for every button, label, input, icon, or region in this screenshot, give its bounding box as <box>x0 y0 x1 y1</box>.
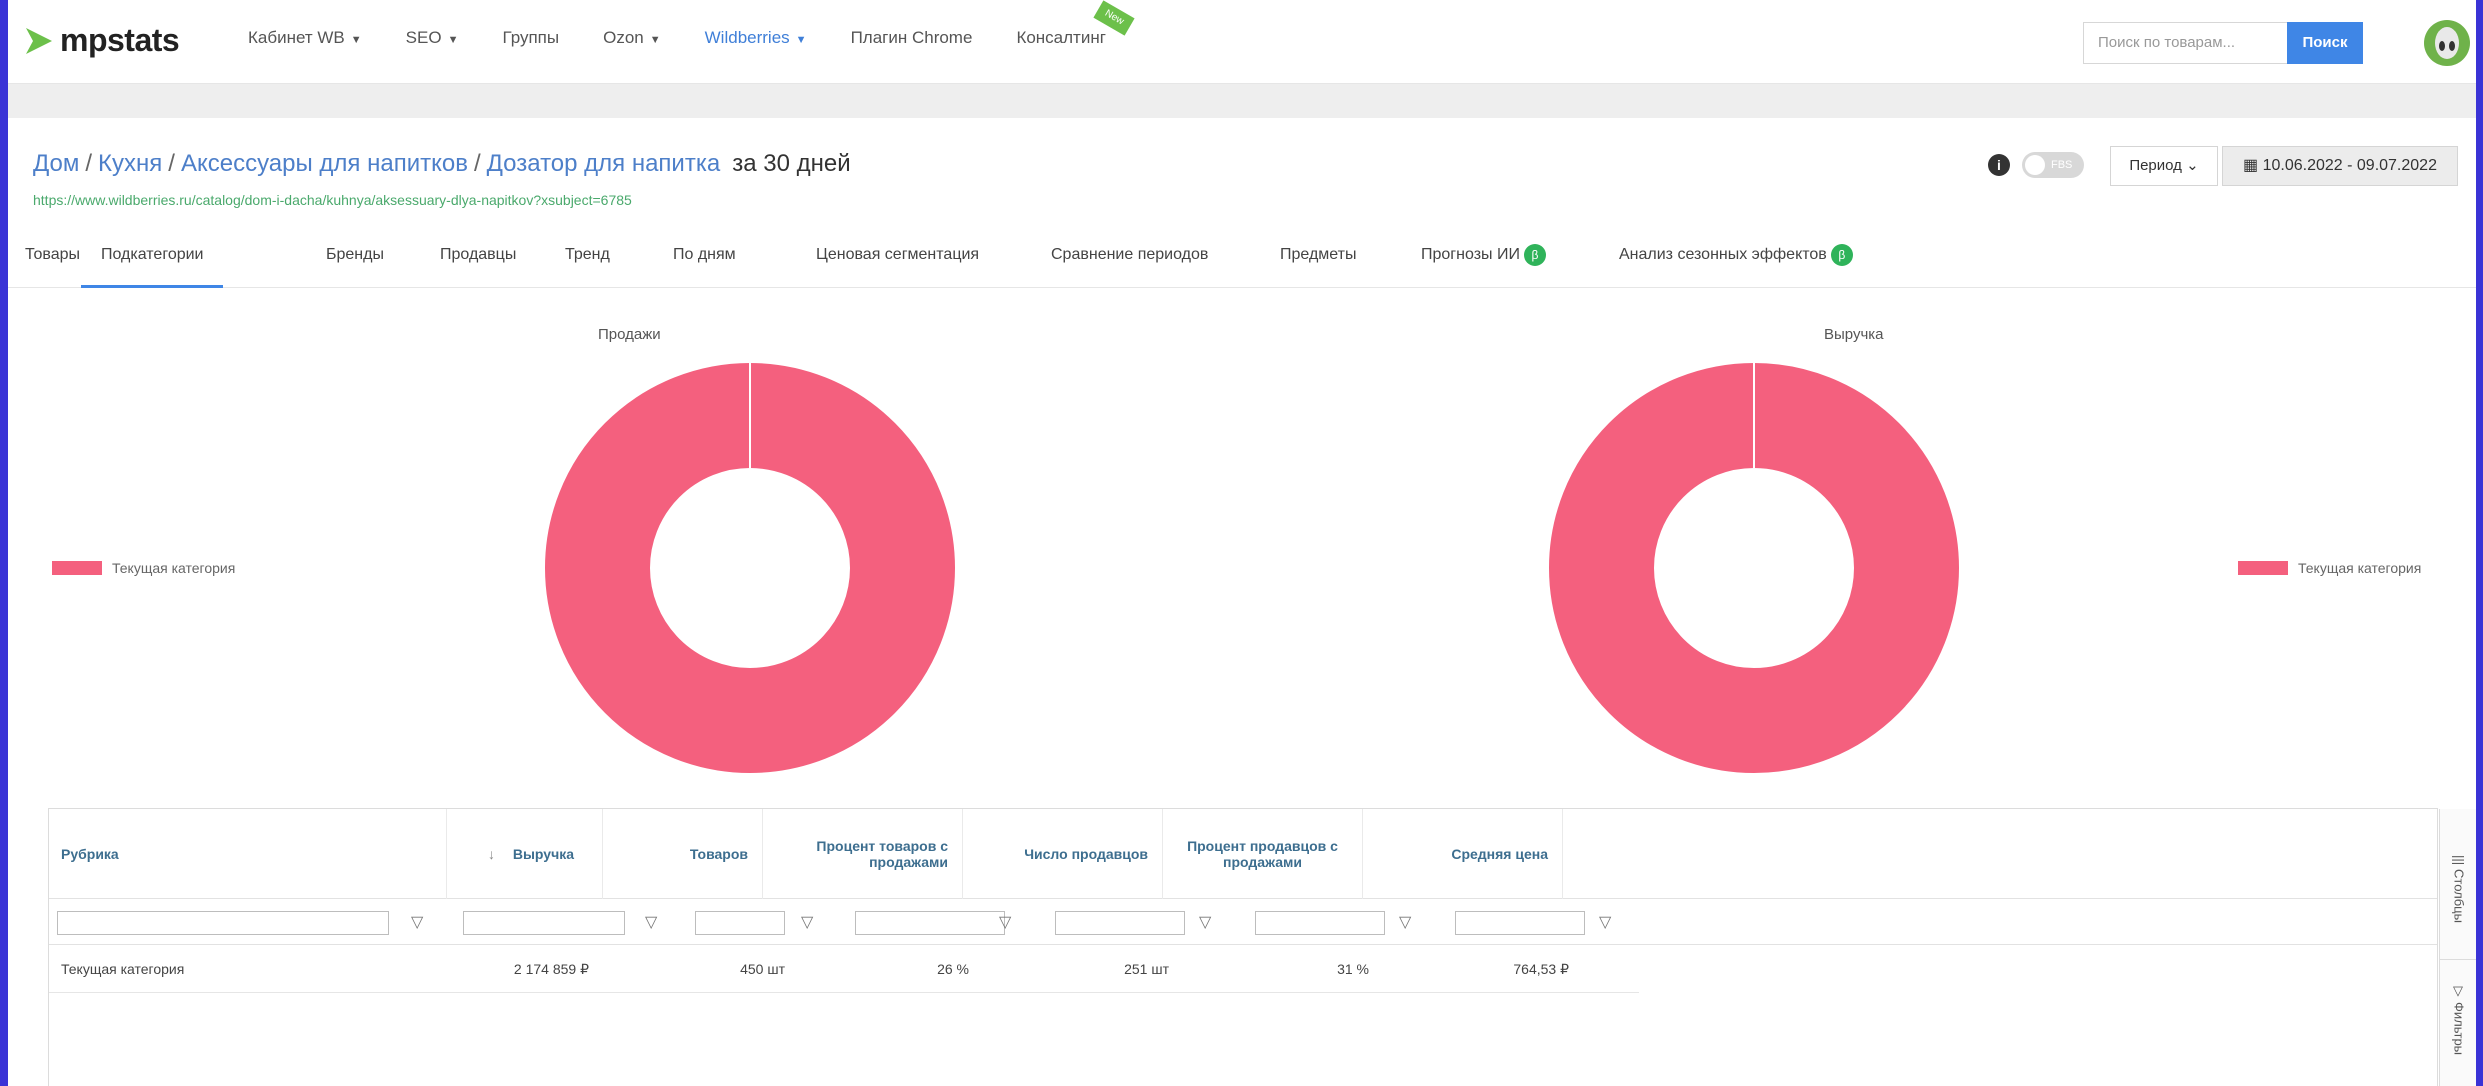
chevron-down-icon: ⌄ <box>2186 157 2199 174</box>
tab-period-comparison[interactable]: Сравнение периодов <box>1051 236 1208 288</box>
logo-icon <box>26 27 52 54</box>
tab-by-days[interactable]: По дням <box>673 236 736 288</box>
tab-sellers[interactable]: Продавцы <box>440 236 516 288</box>
data-grid: Рубрика ↓ Выручка Товаров Процент товаро… <box>48 808 2476 1086</box>
caret-down-icon: ▼ <box>447 34 459 46</box>
legend-label: Текущая категория <box>2298 560 2422 576</box>
breadcrumb-item-home[interactable]: Дом <box>33 150 79 177</box>
nav-seo[interactable]: SEO ▼ <box>406 28 459 48</box>
caret-down-icon: ▼ <box>350 34 362 46</box>
category-url[interactable]: https://www.wildberries.ru/catalog/dom-i… <box>33 192 632 208</box>
tab-trend[interactable]: Тренд <box>565 236 610 288</box>
side-tab-columns[interactable]: ||| Столбцы <box>2440 829 2476 949</box>
filter-input-sellers-with-sales-pct[interactable] <box>1255 911 1385 935</box>
breadcrumb-item-drink-dispenser[interactable]: Дозатор для напитка <box>487 150 721 177</box>
cell-sellers-with-sales-pct: 31 % <box>1337 961 1369 977</box>
filter-funnel-icon: ▽ <box>2451 983 2467 999</box>
donut-chart-sales <box>545 363 955 773</box>
filter-input-average-price[interactable] <box>1455 911 1585 935</box>
tab-subcategories[interactable]: Подкатегории <box>81 236 224 288</box>
cell-rubric: Текущая категория <box>61 961 185 977</box>
calendar-icon: ▦ <box>2243 157 2259 174</box>
caret-down-icon: ▼ <box>795 34 807 46</box>
fbs-toggle[interactable]: FBS <box>2022 152 2084 178</box>
date-range-picker[interactable]: ▦ 10.06.2022 - 09.07.2022 <box>2222 146 2458 186</box>
column-header-rubric[interactable]: Рубрика <box>49 809 447 899</box>
column-header-revenue[interactable]: ↓ Выручка <box>447 809 603 899</box>
breadcrumb-item-drink-accessories[interactable]: Аксессуары для напитков <box>181 150 468 177</box>
tab-bar: Товары Подкатегории Бренды Продавцы Трен… <box>8 236 2476 288</box>
filter-icon[interactable]: ▽ <box>999 911 1011 935</box>
cell-revenue: 2 174 859 ₽ <box>513 961 589 977</box>
nav-chrome-plugin[interactable]: Плагин Chrome <box>851 28 973 48</box>
logo-text: mpstats <box>60 22 180 58</box>
caret-down-icon: ▼ <box>649 34 661 46</box>
table-row[interactable]: Текущая категория 2 174 859 ₽ 450 шт 26 … <box>49 945 1639 993</box>
tab-subjects[interactable]: Предметы <box>1280 236 1356 288</box>
cell-average-price: 764,53 ₽ <box>1513 961 1569 977</box>
filter-input-products-with-sales-pct[interactable] <box>855 911 1005 935</box>
columns-icon: ||| <box>2451 855 2467 866</box>
nav-kabinet-wb[interactable]: Кабинет WB ▼ <box>248 28 362 48</box>
legend-label: Текущая категория <box>112 560 236 576</box>
search-input[interactable]: Поиск по товарам... <box>2083 22 2287 64</box>
tab-seasonal-effects[interactable]: Анализ сезонных эффектов β <box>1619 236 1853 288</box>
side-tab-filters[interactable]: ▽ Фильтры <box>2440 959 2476 1079</box>
period-dropdown[interactable]: Период ⌄ <box>2110 146 2218 186</box>
avatar-face-icon <box>2435 27 2459 59</box>
logo[interactable]: mpstats <box>24 22 180 59</box>
app-window: mpstats Кабинет WB ▼ SEO ▼ Группы Ozon ▼ Wi… <box>8 0 2476 1086</box>
grid-header: Рубрика ↓ Выручка Товаров Процент товаро… <box>49 809 2437 899</box>
cell-sellers-count: 251 шт <box>1124 961 1169 977</box>
filter-icon[interactable]: ▽ <box>411 911 423 935</box>
filter-row: ▽ ▽ ▽ ▽ ▽ ▽ ▽ <box>49 899 2437 945</box>
filter-input-sellers-count[interactable] <box>1055 911 1185 935</box>
tab-price-segmentation[interactable]: Ценовая сегментация <box>816 236 979 288</box>
column-header-sellers-with-sales-pct[interactable]: Процент продавцов с продажами <box>1163 809 1363 899</box>
tab-products[interactable]: Товары <box>25 236 80 288</box>
column-header-products-with-sales-pct[interactable]: Процент товаров с продажами <box>763 809 963 899</box>
beta-badge: β <box>1523 243 1546 266</box>
tab-brands[interactable]: Бренды <box>326 236 384 288</box>
search-button[interactable]: Поиск <box>2287 22 2363 64</box>
filter-icon[interactable]: ▽ <box>1599 911 1611 935</box>
beta-badge: β <box>1830 243 1853 266</box>
sort-desc-icon: ↓ <box>487 846 495 862</box>
legend-swatch <box>52 561 102 575</box>
period-label: за 30 дней <box>732 150 851 177</box>
toggle-knob <box>2025 155 2045 175</box>
fbs-label: FBS <box>2051 159 2073 171</box>
chart-title-sales: Продажи <box>598 326 661 343</box>
filter-icon[interactable]: ▽ <box>645 911 657 935</box>
filter-icon[interactable]: ▽ <box>1199 911 1211 935</box>
filter-icon[interactable]: ▽ <box>801 911 813 935</box>
donut-chart-revenue <box>1549 363 1959 773</box>
subheader-band <box>8 84 2476 118</box>
info-icon[interactable]: i <box>1988 154 2010 176</box>
chart-legend-revenue[interactable]: Текущая категория <box>2238 560 2421 576</box>
nav-wildberries[interactable]: Wildberries ▼ <box>705 28 807 48</box>
top-navbar: mpstats Кабинет WB ▼ SEO ▼ Группы Ozon ▼ Wi… <box>8 0 2476 84</box>
filter-input-revenue[interactable] <box>463 911 625 935</box>
user-avatar[interactable] <box>2424 20 2470 66</box>
column-header-average-price[interactable]: Средняя цена <box>1363 809 1563 899</box>
breadcrumb: Дом / Кухня / Аксессуары для напитков / Дозато… <box>33 150 851 177</box>
breadcrumb-item-kitchen[interactable]: Кухня <box>98 150 162 177</box>
nav-consulting[interactable]: Консалтинг New <box>1016 0 1135 48</box>
nav-ozon[interactable]: Ozon ▼ <box>603 28 661 48</box>
cell-products: 450 шт <box>740 961 785 977</box>
filter-icon[interactable]: ▽ <box>1399 911 1411 935</box>
tab-ai-forecasts[interactable]: Прогнозы ИИ β <box>1421 236 1546 288</box>
main-menu: Кабинет WB ▼ SEO ▼ Группы Ozon ▼ Wildberrie… <box>248 0 1150 48</box>
grid-side-panel: ||| Столбцы ▽ Фильтры <box>2439 809 2476 1086</box>
cell-products-with-sales-pct: 26 % <box>937 961 969 977</box>
nav-groups[interactable]: Группы <box>502 28 559 48</box>
column-header-sellers-count[interactable]: Число продавцов <box>963 809 1163 899</box>
column-header-products[interactable]: Товаров <box>603 809 763 899</box>
chart-title-revenue: Выручка <box>1824 326 1884 343</box>
filter-input-rubric[interactable] <box>57 911 389 935</box>
filter-input-products[interactable] <box>695 911 785 935</box>
legend-swatch <box>2238 561 2288 575</box>
chart-legend-sales[interactable]: Текущая категория <box>52 560 235 576</box>
